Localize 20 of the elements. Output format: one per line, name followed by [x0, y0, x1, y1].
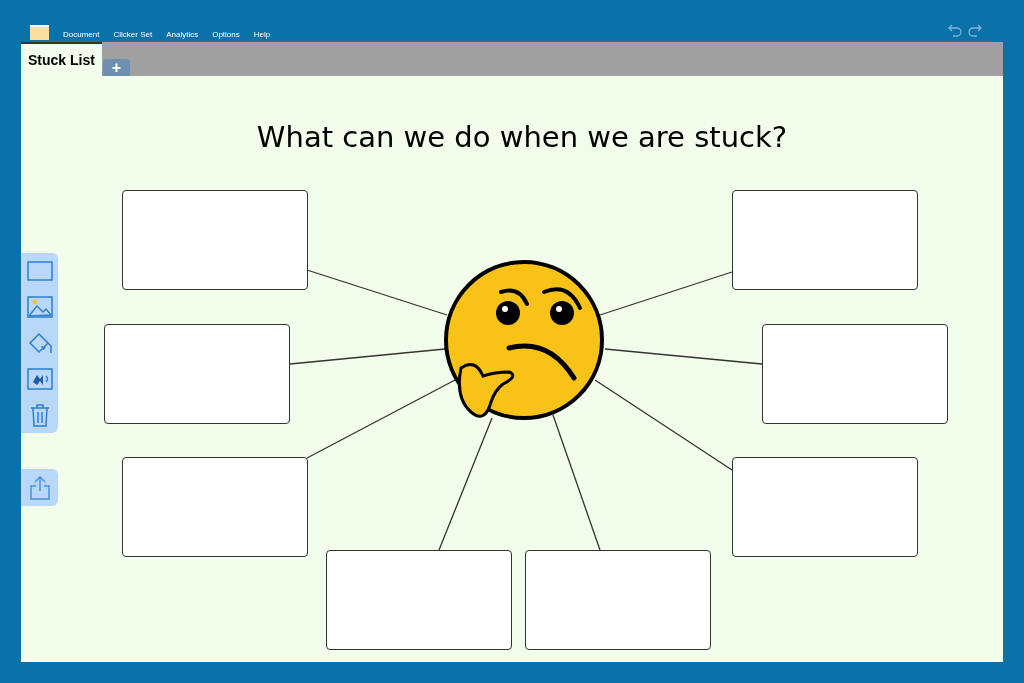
thinking-emoji-drawing[interactable] — [444, 260, 604, 420]
image-icon[interactable] — [25, 294, 54, 320]
text-box[interactable] — [104, 324, 290, 424]
menu-item[interactable]: Analytics — [166, 29, 199, 41]
text-box[interactable] — [732, 457, 918, 557]
menu-item[interactable]: Options — [212, 29, 240, 41]
add-tab-button[interactable]: + — [102, 59, 130, 76]
speaker-icon[interactable] — [25, 366, 54, 392]
text-box[interactable] — [732, 190, 918, 290]
text-box[interactable] — [326, 550, 512, 650]
menu-item[interactable]: Document — [63, 29, 100, 41]
text-box[interactable] — [525, 550, 711, 650]
menu-item[interactable]: Help — [253, 29, 271, 41]
text-box[interactable] — [122, 190, 308, 290]
menu-item[interactable]: Clicker Set — [113, 29, 153, 41]
text-box[interactable] — [122, 457, 308, 557]
folder-icon[interactable] — [30, 23, 49, 40]
page-title: What can we do when we are stuck? — [255, 119, 788, 156]
text-box[interactable] — [762, 324, 948, 424]
tab[interactable]: Stuck List — [21, 42, 102, 76]
